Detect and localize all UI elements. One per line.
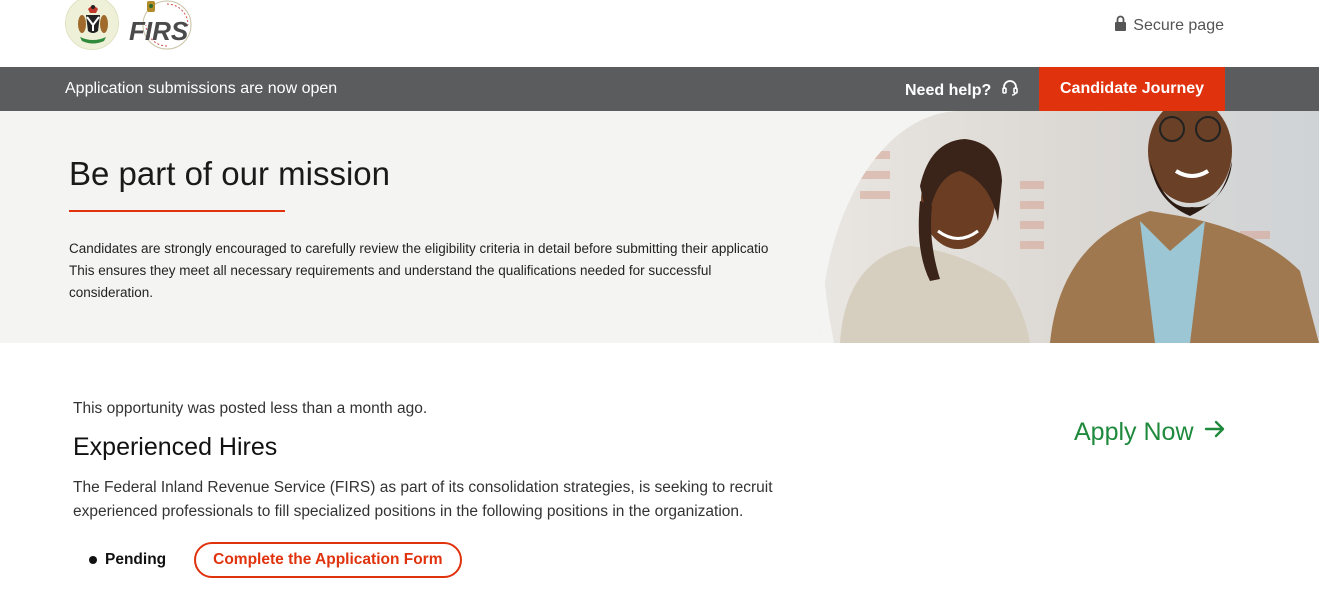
- hero-description: Candidates are strongly encouraged to ca…: [69, 238, 821, 304]
- hero-text-line: This ensures they meet all necessary req…: [69, 263, 712, 278]
- apply-now-link[interactable]: Apply Now: [1074, 418, 1226, 447]
- need-help-label: Need help?: [905, 81, 992, 99]
- need-help-link[interactable]: Need help?: [905, 79, 1019, 102]
- lock-icon: [1114, 15, 1127, 36]
- hero-divider: [69, 210, 285, 212]
- hero-text-line: Candidates are strongly encouraged to ca…: [69, 241, 769, 256]
- status-bullet-icon: [89, 556, 97, 564]
- site-header: FIRS Secure page: [0, 0, 1319, 67]
- job-title: Experienced Hires: [73, 433, 278, 461]
- hero-section: Be part of our mission Candidates are st…: [0, 111, 1319, 343]
- posted-date-note: This opportunity was posted less than a …: [73, 400, 428, 417]
- secure-page-indicator: Secure page: [1114, 15, 1224, 36]
- notice-bar: Application submissions are now open Nee…: [0, 67, 1319, 111]
- hero-title: Be part of our mission: [69, 155, 390, 192]
- apply-now-label: Apply Now: [1074, 418, 1194, 446]
- candidate-journey-button[interactable]: Candidate Journey: [1039, 67, 1225, 111]
- arrow-right-icon: [1204, 418, 1226, 447]
- hero-photo: [820, 111, 1319, 343]
- coat-of-arms-logo[interactable]: [65, 0, 119, 50]
- job-description: The Federal Inland Revenue Service (FIRS…: [73, 479, 773, 520]
- hero-text-line: consideration.: [69, 285, 154, 300]
- application-status-row: Pending Complete the Application Form: [89, 542, 462, 578]
- status-label: Pending: [105, 551, 167, 568]
- submissions-notice: Application submissions are now open: [65, 80, 338, 97]
- svg-text:FIRS: FIRS: [129, 16, 189, 46]
- secure-page-label: Secure page: [1133, 16, 1224, 34]
- complete-application-form-button[interactable]: Complete the Application Form: [194, 542, 462, 578]
- headset-icon: [1001, 79, 1019, 102]
- firs-logo[interactable]: FIRS: [127, 0, 193, 52]
